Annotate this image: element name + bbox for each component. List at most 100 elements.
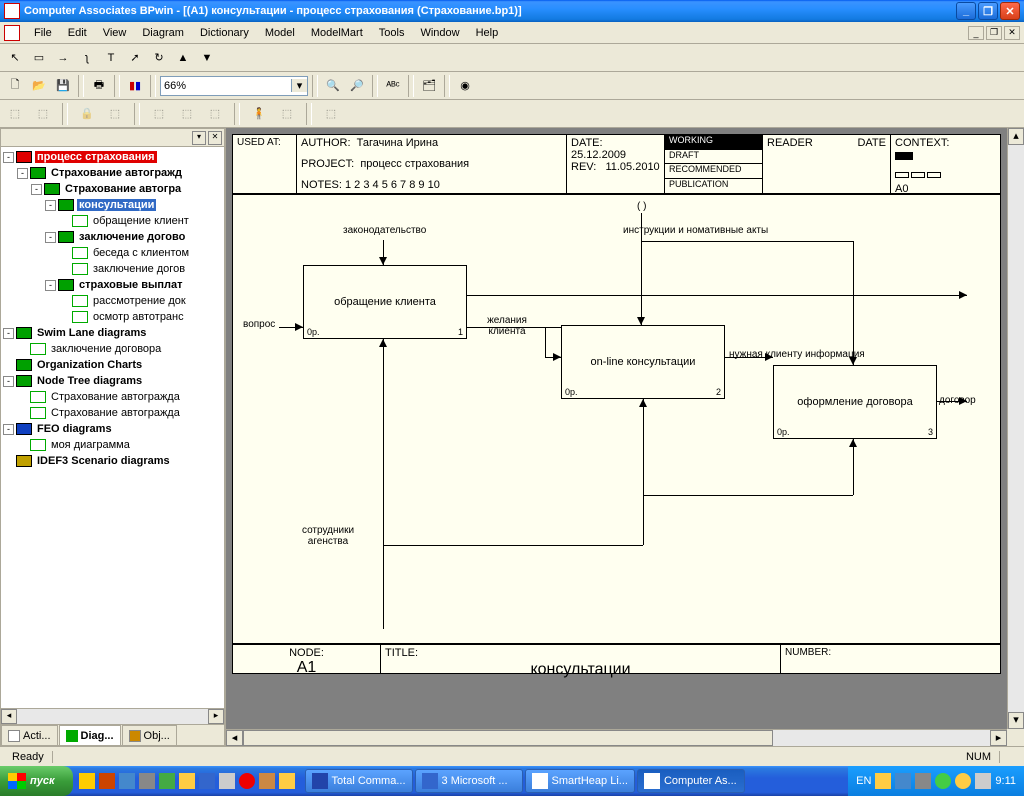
zoom-dropdown-icon[interactable]: ▾: [291, 79, 307, 92]
tree-item[interactable]: IDEF3 Scenario diagrams: [3, 453, 222, 469]
menu-view[interactable]: View: [95, 24, 135, 42]
lang-indicator[interactable]: EN: [856, 775, 871, 787]
explorer-close-icon[interactable]: ✕: [208, 131, 222, 145]
mm9-icon[interactable]: ⬚: [276, 103, 298, 125]
tab-objects[interactable]: Obj...: [122, 725, 177, 745]
tree-item[interactable]: -Node Tree diagrams: [3, 373, 222, 389]
open-icon[interactable]: 📂: [28, 75, 50, 97]
tray-icon[interactable]: [915, 773, 931, 789]
mm5-icon[interactable]: ⬚: [148, 103, 170, 125]
mm10-icon[interactable]: ⬚: [320, 103, 342, 125]
ql-icon[interactable]: [279, 773, 295, 789]
zoom-input[interactable]: [161, 79, 291, 93]
ql-icon[interactable]: [179, 773, 195, 789]
tab-diagrams[interactable]: Diag...: [59, 725, 121, 745]
tree-item[interactable]: заключение договора: [3, 341, 222, 357]
up-tool[interactable]: ▲: [172, 47, 194, 69]
menu-tools[interactable]: Tools: [371, 24, 413, 42]
arrow-tool[interactable]: →: [52, 47, 74, 69]
lbl-zhel[interactable]: желания клиента: [477, 315, 537, 337]
tree-item[interactable]: заключение догов: [3, 261, 222, 277]
clock[interactable]: 9:11: [995, 775, 1016, 787]
mdi-icon[interactable]: [4, 25, 20, 41]
mm4-icon[interactable]: ⬚: [104, 103, 126, 125]
menu-edit[interactable]: Edit: [60, 24, 95, 42]
tree-root[interactable]: - процесс страхования: [3, 149, 222, 165]
text-tool[interactable]: T: [100, 47, 122, 69]
close-button[interactable]: ✕: [1000, 2, 1020, 20]
task-word[interactable]: 3 Microsoft ...: [415, 769, 523, 793]
tray-icon[interactable]: [975, 773, 991, 789]
diagram-canvas[interactable]: USED AT: AUTHOR: Тагачина Ирина PROJECT:…: [226, 128, 1024, 746]
task-totalcmd[interactable]: Total Comma...: [305, 769, 413, 793]
lbl-nuzh[interactable]: нужная клиенту информация: [729, 349, 865, 360]
menu-window[interactable]: Window: [412, 24, 467, 42]
menu-help[interactable]: Help: [468, 24, 507, 42]
box-oformlenie[interactable]: оформление договора 0р. 3: [773, 365, 937, 439]
tree-item[interactable]: -заключение догово: [3, 229, 222, 245]
zoom-fit-icon[interactable]: 🔎: [346, 75, 368, 97]
start-button[interactable]: пуск: [0, 766, 73, 796]
tree-hscroll[interactable]: ◂▸: [1, 708, 224, 724]
mm1-icon[interactable]: ⬚: [4, 103, 26, 125]
down-tool[interactable]: ▼: [196, 47, 218, 69]
mdi-minimize[interactable]: _: [968, 26, 984, 40]
menu-modelmart[interactable]: ModelMart: [303, 24, 371, 42]
lbl-instr[interactable]: инструкции и номативные акты: [623, 225, 768, 236]
minimize-button[interactable]: _: [956, 2, 976, 20]
tree-item[interactable]: -Страхование автогра: [3, 181, 222, 197]
task-smartheap[interactable]: SmartHeap Li...: [525, 769, 635, 793]
lbl-vopros[interactable]: вопрос: [243, 319, 275, 330]
mm7-icon[interactable]: ⬚: [204, 103, 226, 125]
tree-item[interactable]: обращение клиент: [3, 213, 222, 229]
tree-item[interactable]: Страхование автогражда: [3, 389, 222, 405]
ql-icon[interactable]: [199, 773, 215, 789]
mm3-icon[interactable]: 🔒: [76, 103, 98, 125]
mm8-icon[interactable]: 🧍: [248, 103, 270, 125]
tray-icon[interactable]: [895, 773, 911, 789]
zoom-combo[interactable]: ▾: [160, 76, 308, 96]
lbl-zakon[interactable]: законодательство: [343, 225, 426, 236]
lbl-sotr[interactable]: сотрудники агенства: [293, 525, 363, 547]
tray-icon[interactable]: [955, 773, 971, 789]
tree-item[interactable]: -страховые выплат: [3, 277, 222, 293]
mdi-restore[interactable]: ❐: [986, 26, 1002, 40]
tree-view[interactable]: - процесс страхования -Страхование автог…: [1, 147, 224, 708]
menu-diagram[interactable]: Diagram: [134, 24, 192, 42]
menu-dictionary[interactable]: Dictionary: [192, 24, 257, 42]
menu-model[interactable]: Model: [257, 24, 303, 42]
tree-item[interactable]: -FEO diagrams: [3, 421, 222, 437]
maximize-button[interactable]: ❐: [978, 2, 998, 20]
box-tool[interactable]: ▭: [28, 47, 50, 69]
ql-icon[interactable]: [119, 773, 135, 789]
explorer-dock-icon[interactable]: ▾: [192, 131, 206, 145]
tree-item[interactable]: -консультации: [3, 197, 222, 213]
tree-item[interactable]: осмотр автотранс: [3, 309, 222, 325]
squiggle-tool[interactable]: ʅ: [76, 47, 98, 69]
hscroll[interactable]: ◂▸: [226, 729, 1007, 746]
tree-item[interactable]: -Страхование автогражд: [3, 165, 222, 181]
ql-icon[interactable]: [239, 773, 255, 789]
zoom-in-icon[interactable]: 🔍: [322, 75, 344, 97]
diagram-body[interactable]: обращение клиента 0р. 1 on-line консульт…: [233, 195, 1000, 643]
model-explorer-icon[interactable]: 🗂: [418, 75, 440, 97]
box-obrashenie[interactable]: обращение клиента 0р. 1: [303, 265, 467, 339]
refresh-tool[interactable]: ↻: [148, 47, 170, 69]
print-icon[interactable]: 🖶: [88, 75, 110, 97]
tree-item[interactable]: Organization Charts: [3, 357, 222, 373]
tree-item[interactable]: -Swim Lane diagrams: [3, 325, 222, 341]
tree-item[interactable]: рассмотрение док: [3, 293, 222, 309]
ql-icon[interactable]: [259, 773, 275, 789]
tray-icon[interactable]: [875, 773, 891, 789]
ql-icon[interactable]: [99, 773, 115, 789]
ql-icon[interactable]: [219, 773, 235, 789]
ql-icon[interactable]: [79, 773, 95, 789]
save-icon[interactable]: 💾: [52, 75, 74, 97]
go-parent-tool[interactable]: ➚: [124, 47, 146, 69]
tab-activities[interactable]: Acti...: [1, 725, 58, 745]
ql-icon[interactable]: [139, 773, 155, 789]
mm6-icon[interactable]: ⬚: [176, 103, 198, 125]
color-icon[interactable]: ◉: [454, 75, 476, 97]
spellcheck-icon[interactable]: ᴬᴮᶜ: [382, 75, 404, 97]
vscroll[interactable]: ▴▾: [1007, 128, 1024, 729]
